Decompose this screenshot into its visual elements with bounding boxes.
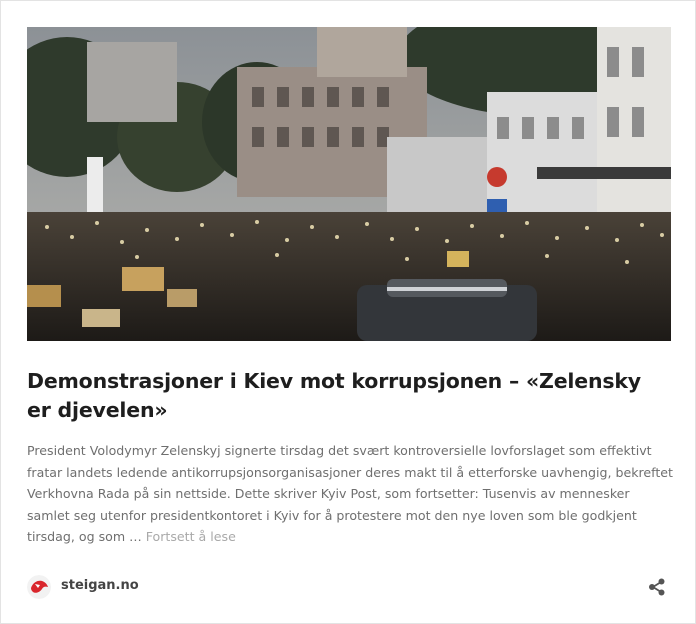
post-excerpt: President Volodymyr Zelenskyj signerte t… bbox=[27, 440, 675, 548]
steigan-logo-icon[interactable] bbox=[27, 575, 51, 599]
site-name[interactable]: steigan.no bbox=[61, 578, 139, 593]
post-excerpt-text: President Volodymyr Zelenskyj signerte t… bbox=[27, 443, 673, 544]
post-footer: steigan.no bbox=[27, 575, 671, 601]
post-card: Demonstrasjoner i Kiev mot korrupsjonen … bbox=[0, 0, 696, 624]
share-icon[interactable] bbox=[647, 577, 667, 597]
read-more-link[interactable]: Fortsett å lese bbox=[146, 529, 236, 544]
post-featured-image[interactable] bbox=[27, 27, 671, 341]
post-title[interactable]: Demonstrasjoner i Kiev mot korrupsjonen … bbox=[27, 367, 647, 425]
